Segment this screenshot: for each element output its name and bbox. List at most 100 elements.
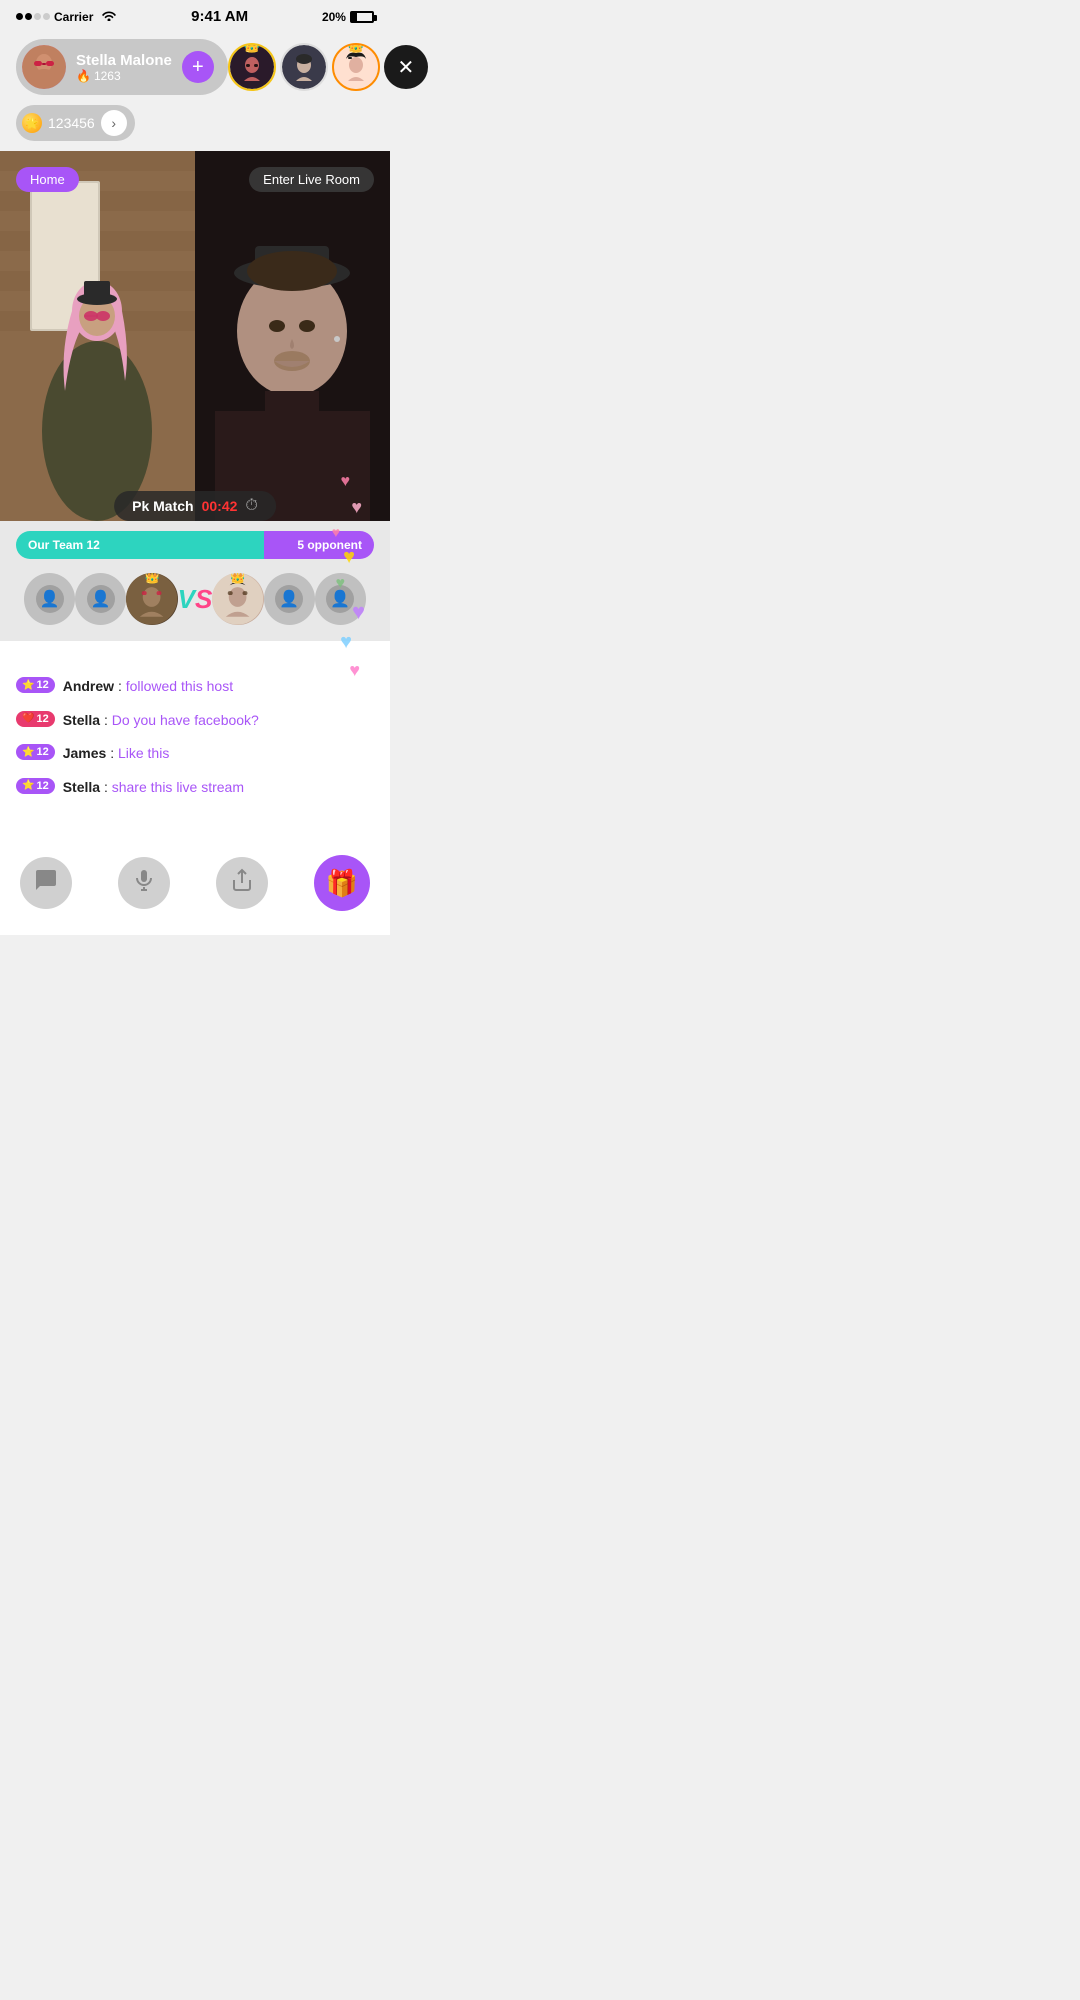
share-icon [230, 868, 254, 898]
signal-dot-1 [16, 13, 23, 20]
profile-card: Stella Malone 🔥 1263 + [16, 39, 228, 95]
vs-indicator: VS [178, 584, 213, 615]
battery-icon [350, 11, 374, 23]
video-right-bg [195, 151, 390, 521]
badge-star-icon-3: ⭐ [22, 747, 34, 758]
badge-heart-icon-2: ❤️ [22, 713, 34, 724]
signal-dot-2 [25, 13, 32, 20]
chat-text-3: James : Like this [63, 744, 170, 764]
status-bar: Carrier 9:41 AM 20% [0, 0, 390, 29]
chat-badge-1: ⭐ 12 [16, 677, 55, 693]
badge-num-2: 12 [36, 713, 48, 725]
enter-live-room-button[interactable]: Enter Live Room [249, 167, 374, 192]
viewer-avatar-3[interactable]: 👑 [332, 43, 380, 91]
chat-message-3: ⭐ 12 James : Like this [16, 744, 374, 764]
badge-num-3: 12 [36, 746, 48, 758]
avatar-image [22, 45, 66, 89]
player-opponent-crown: 👑 [230, 573, 246, 585]
chat-badge-4: ⭐ 12 [16, 778, 55, 794]
score-opponent-team: 5 opponent [264, 531, 374, 559]
chat-user-2: Stella [63, 712, 100, 728]
player-1-icon: 👤 [36, 585, 64, 613]
badge-star-icon-1: ⭐ [22, 680, 34, 691]
gift-icon: 🎁 [326, 868, 358, 899]
chat-user-1: Andrew [63, 678, 114, 694]
viewer-avatar-1[interactable]: 👑 [228, 43, 276, 91]
score-section: Our Team 12 5 opponent 👤 👤 👑 VS [0, 521, 390, 641]
pk-label: Pk Match [132, 498, 193, 514]
crown-icon-3: 👑 [347, 43, 364, 54]
coin-row: 🌟 123456 › [0, 101, 390, 151]
chat-message-2: ❤️ 12 Stella : Do you have facebook? [16, 711, 374, 731]
profile-name: Stella Malone [76, 52, 172, 69]
score-bar: Our Team 12 5 opponent [16, 531, 374, 559]
time-display: 9:41 AM [191, 8, 248, 25]
chat-link-2[interactable]: Do you have facebook? [112, 712, 259, 728]
profile-flame: 🔥 1263 [76, 69, 172, 83]
flame-count: 1263 [94, 69, 121, 83]
player-leader-opponent[interactable]: 👑 [212, 573, 263, 625]
wifi-icon [101, 9, 117, 24]
score-our-team: Our Team 12 [16, 531, 264, 559]
crown-icon-1: 👑 [243, 43, 260, 54]
status-right: 20% [322, 10, 374, 24]
chat-button[interactable] [20, 857, 72, 909]
coin-arrow-button[interactable]: › [101, 110, 127, 136]
chat-link-1[interactable]: followed this host [126, 678, 233, 694]
avatar [22, 45, 66, 89]
player-6[interactable]: 👤 [315, 573, 366, 625]
gift-button[interactable]: 🎁 [314, 855, 370, 911]
battery-percent: 20% [322, 10, 346, 24]
chat-badge-2: ❤️ 12 [16, 711, 55, 727]
share-button[interactable] [216, 857, 268, 909]
player-2[interactable]: 👤 [75, 573, 126, 625]
signal-dot-3 [34, 13, 41, 20]
chat-user-4: Stella [63, 779, 100, 795]
player-1[interactable]: 👤 [24, 573, 75, 625]
chat-text-1: Andrew : followed this host [63, 677, 233, 697]
chat-message-4: ⭐ 12 Stella : share this live stream [16, 778, 374, 798]
player-6-icon: 👤 [326, 585, 354, 613]
badge-star-icon-4: ⭐ [22, 780, 34, 791]
chat-badge-3: ⭐ 12 [16, 744, 55, 760]
chat-text-4: Stella : share this live stream [63, 778, 244, 798]
chat-text-2: Stella : Do you have facebook? [63, 711, 259, 731]
pk-timer: 00:42 [202, 498, 238, 514]
pk-clock-icon: ⏱ [245, 497, 257, 515]
chat-section: ⭐ 12 Andrew : followed this host ❤️ 12 S… [0, 641, 390, 841]
coin-badge[interactable]: 🌟 123456 › [16, 105, 135, 141]
bottom-toolbar: 🎁 [0, 841, 390, 935]
live-video-section: Home [0, 151, 390, 521]
player-leader-crown: 👑 [144, 573, 160, 585]
home-button[interactable]: Home [16, 167, 79, 192]
chat-icon [34, 868, 58, 898]
player-2-icon: 👤 [87, 585, 115, 613]
profile-section: Stella Malone 🔥 1263 + 👑 [0, 29, 390, 101]
chat-link-3[interactable]: Like this [118, 745, 169, 761]
signal-dot-4 [43, 13, 50, 20]
viewer-avatars: 👑 👑 [228, 43, 428, 91]
video-right: Enter Live Room [195, 151, 390, 521]
players-row: 👤 👤 👑 VS 👑 [16, 569, 374, 641]
coin-value: 123456 [48, 115, 95, 131]
badge-num-4: 12 [36, 780, 48, 792]
profile-info: Stella Malone 🔥 1263 [76, 52, 172, 83]
badge-num-1: 12 [36, 679, 48, 691]
status-left: Carrier [16, 9, 117, 24]
close-viewers-button[interactable]: ✕ [384, 45, 428, 89]
microphone-button[interactable] [118, 857, 170, 909]
pk-match-bar: Pk Match 00:42 ⏱ [114, 491, 276, 521]
chat-message-1: ⭐ 12 Andrew : followed this host [16, 677, 374, 697]
chat-user-3: James [63, 745, 107, 761]
player-leader-our[interactable]: 👑 [126, 573, 177, 625]
carrier-label: Carrier [54, 10, 93, 24]
mic-icon [132, 868, 156, 898]
flame-icon: 🔥 [76, 69, 91, 83]
add-button[interactable]: + [182, 51, 214, 83]
coin-icon: 🌟 [22, 113, 42, 133]
chat-link-4[interactable]: share this live stream [112, 779, 244, 795]
signal-dots [16, 13, 50, 20]
player-5[interactable]: 👤 [264, 573, 315, 625]
viewer-avatar-2[interactable] [280, 43, 328, 91]
video-left: Home [0, 151, 195, 521]
